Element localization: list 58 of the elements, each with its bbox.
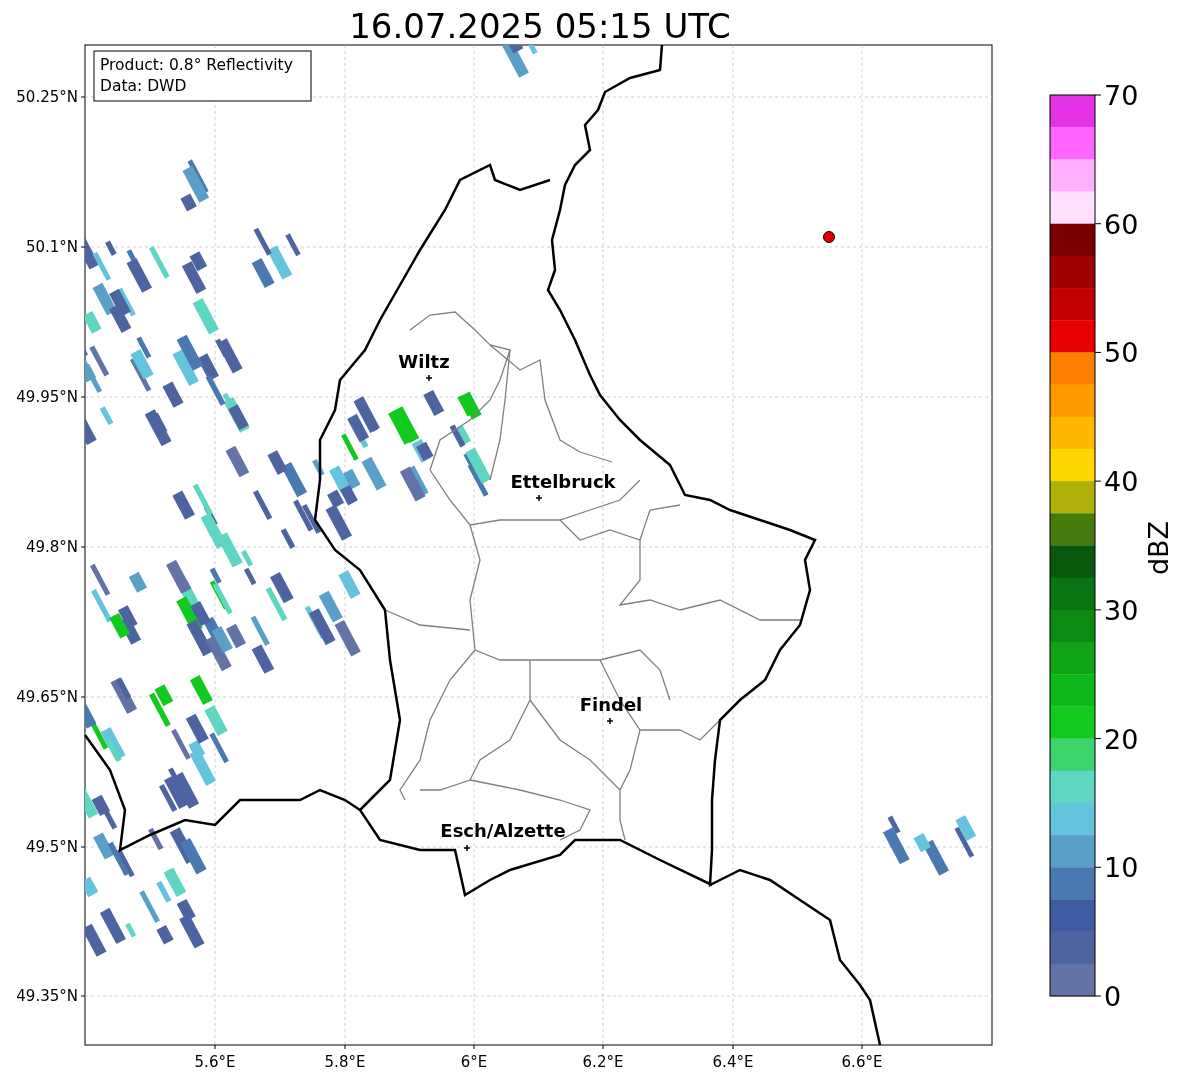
chart-title: 16.07.2025 05:15 UTC [349, 6, 731, 46]
radar-echo [251, 227, 301, 288]
city-label: Esch/Alzette [440, 820, 566, 841]
city-marker [425, 374, 433, 382]
axis-tick-label: 6.6°E [841, 1053, 883, 1071]
info-text: Data: DWD [100, 77, 187, 95]
city-marker [535, 494, 543, 502]
axis-tick-label: 49.65°N [16, 688, 78, 706]
axis-tick-label: 5.8°E [324, 1053, 366, 1071]
tick-mark [732, 1044, 734, 1050]
tick-mark [1094, 609, 1102, 611]
colorbar-tick-label: 70 [1104, 80, 1139, 111]
info-text: Product: 0.8° Reflectivity [100, 56, 293, 74]
tick-mark [80, 995, 86, 997]
tick-mark [473, 1044, 475, 1050]
colorbar-tick-label: 60 [1104, 208, 1139, 240]
colorbar-tick-label: 40 [1104, 466, 1139, 498]
axis-tick-label: 50.1°N [25, 238, 78, 256]
axis-tick-label: 5.6°E [194, 1053, 236, 1071]
tick-mark [80, 846, 86, 848]
tick-mark [80, 96, 86, 98]
city-label: Findel [579, 694, 643, 715]
colorbar-tick-label: 50 [1104, 337, 1139, 369]
colorbar-tick-label: 20 [1104, 723, 1139, 755]
axis-tick-label: 6.2°E [582, 1053, 624, 1071]
tick-mark [80, 246, 86, 248]
tick-mark [1094, 866, 1102, 868]
tick-mark [1094, 351, 1102, 353]
tick-mark [861, 1044, 863, 1050]
colorbar-label: dBZ [1143, 520, 1174, 576]
tick-mark [80, 546, 86, 548]
colorbar-tick-label: 10 [1104, 852, 1139, 884]
colorbar-tick-label: 0 [1104, 981, 1122, 1012]
city-marker [606, 717, 614, 725]
colorbar-tick-label: 30 [1104, 594, 1139, 626]
axis-tick-label: 49.5°N [25, 838, 78, 856]
tick-mark [1094, 223, 1102, 225]
radar-echo [502, 45, 538, 78]
axis-tick-label: 6.4°E [712, 1053, 754, 1071]
tick-mark [1094, 94, 1102, 96]
radar-site-marker [823, 231, 835, 243]
city-marker [463, 844, 471, 852]
axis-tick-label: 6°E [460, 1053, 488, 1071]
tick-mark [80, 696, 86, 698]
tick-mark [344, 1044, 346, 1050]
axis-tick-label: 49.8°N [25, 538, 78, 556]
tick-mark [1094, 480, 1102, 482]
radar-echo [180, 159, 210, 212]
tick-mark [1094, 995, 1102, 997]
city-label: Wiltz [398, 351, 450, 372]
tick-mark [602, 1044, 604, 1050]
tick-mark [80, 396, 86, 398]
tick-mark [1094, 738, 1102, 740]
axis-tick-label: 50.25°N [16, 88, 78, 106]
axis-tick-label: 49.95°N [16, 388, 78, 406]
axis-tick-label: 49.35°N [16, 987, 78, 1005]
tick-mark [214, 1044, 216, 1050]
city-label: Ettelbruck [510, 471, 616, 492]
